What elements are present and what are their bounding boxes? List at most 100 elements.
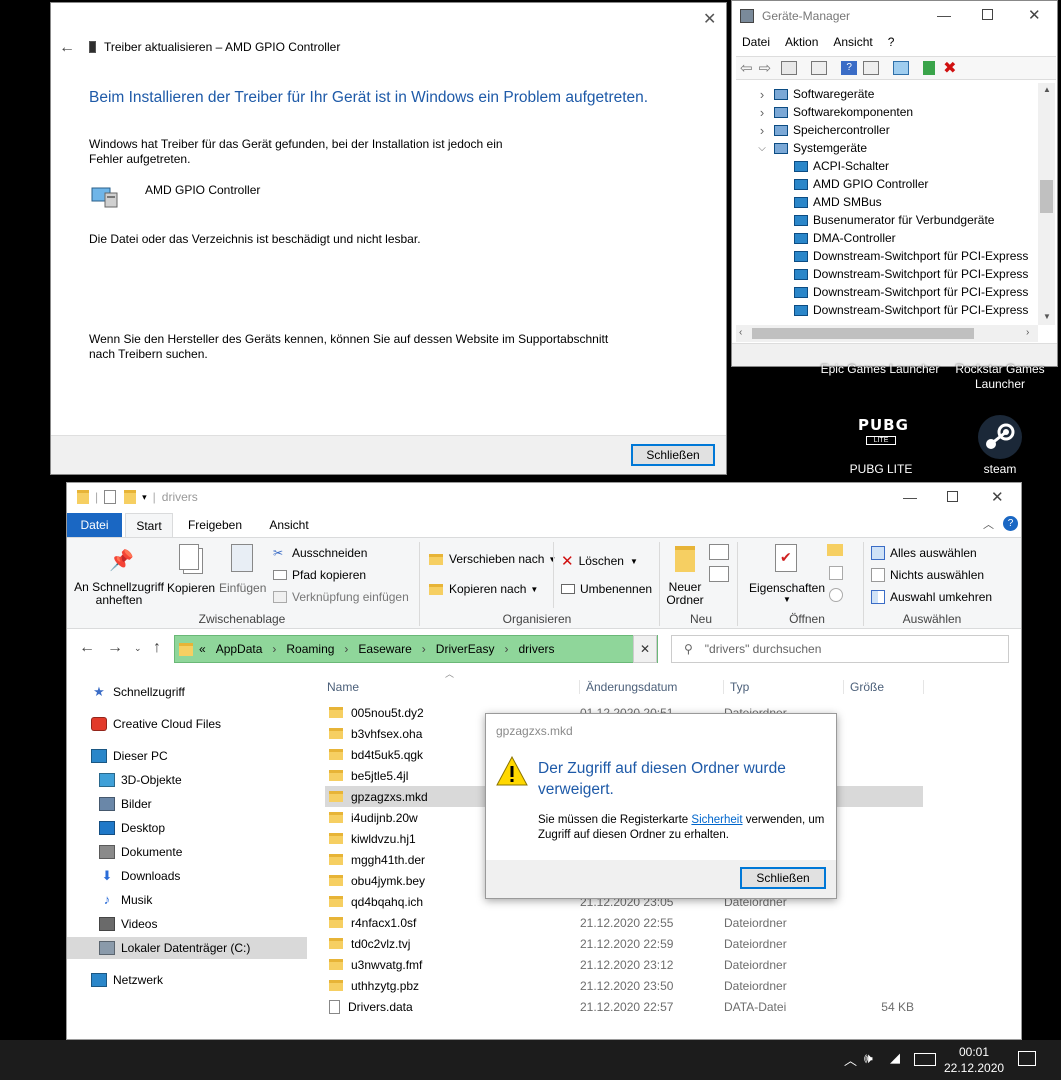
breadcrumb-item[interactable]: AppData (216, 642, 263, 656)
nav-item[interactable]: Lokaler Datenträger (C:) (67, 937, 307, 959)
uninstall-icon[interactable]: ✖ (943, 58, 956, 78)
desktop-label-steam[interactable]: steam (960, 462, 1040, 476)
column-size[interactable]: Größe (844, 680, 924, 694)
column-name[interactable]: Name (325, 680, 580, 694)
breadcrumb-item[interactable]: DriverEasy (436, 642, 495, 656)
file-row[interactable]: td0c2vlz.tvj 21.12.2020 22:59 Dateiordner (325, 933, 923, 954)
new-folder-quick-icon[interactable] (124, 490, 137, 504)
desktop-label-epic[interactable]: Epic Games Launcher (820, 362, 940, 376)
delete-button[interactable]: ✕ Löschen ▼ (561, 552, 638, 570)
wifi-icon[interactable]: ◢ (890, 1050, 900, 1066)
show-hidden-icons[interactable]: ︿ (844, 1050, 857, 1069)
tree-item[interactable]: Busenumerator für Verbundgeräte (794, 211, 994, 229)
tree-item[interactable]: Downstream-Switchport für PCI-Express (794, 247, 1028, 265)
list-icon[interactable] (863, 61, 880, 75)
tree-item[interactable]: Downstream-Switchport für PCI-Express (794, 265, 1028, 283)
desktop-label-rockstar[interactable]: Rockstar Games Launcher (950, 362, 1050, 392)
menu-aktion[interactable]: Aktion (785, 35, 818, 49)
vertical-scrollbar[interactable]: ▲ ▼ (1038, 83, 1055, 325)
back-button[interactable]: ← (79, 639, 95, 657)
menu-help[interactable]: ? (888, 35, 895, 49)
help-icon[interactable]: ? (841, 61, 858, 75)
chevron-right-icon[interactable]: › (756, 123, 768, 138)
minimize-icon[interactable]: — (937, 7, 951, 23)
chevron-down-icon[interactable]: ▾ (142, 492, 147, 503)
tab-ansicht[interactable]: Ansicht (259, 513, 319, 537)
monitor-icon[interactable] (893, 61, 910, 75)
properties-dropdown-icon[interactable]: ▼ (783, 595, 791, 604)
open-icon[interactable] (827, 544, 843, 556)
breadcrumb-separator-icon[interactable]: › (344, 642, 348, 656)
chevron-right-icon[interactable]: › (756, 105, 768, 120)
properties-quick-icon[interactable] (104, 490, 117, 504)
menu-datei[interactable]: Datei (742, 35, 770, 49)
up-button[interactable]: ↑ (153, 639, 161, 657)
nav-item[interactable]: 3D-Objekte (67, 769, 307, 791)
select-none-button[interactable]: Nichts auswählen (871, 568, 984, 582)
forward-button[interactable]: → (107, 639, 123, 657)
breadcrumb-item[interactable]: Roaming (286, 642, 334, 656)
close-icon[interactable]: ✕ (703, 9, 716, 29)
pin-quickaccess-button[interactable]: An Schnellzugriff anheften (71, 581, 167, 607)
tree-item[interactable]: ⌵ Systemgeräte (756, 139, 867, 157)
forward-icon[interactable]: ⇨ (759, 59, 772, 77)
chevron-right-icon[interactable]: › (756, 87, 768, 102)
clock[interactable]: 00:01 22.12.2020 (944, 1044, 1004, 1076)
close-button[interactable]: Schließen (740, 867, 826, 889)
file-row[interactable]: u3nwvatg.fmf 21.12.2020 23:12 Dateiordner (325, 954, 923, 975)
address-overflow[interactable]: « (199, 642, 206, 656)
collapse-ribbon-icon[interactable]: ︿ (983, 516, 994, 532)
new-folder-button[interactable]: Neuer Ordner (663, 581, 707, 607)
breadcrumb-item[interactable]: Easeware (358, 642, 411, 656)
security-tab-link[interactable]: Sicherheit (691, 814, 742, 826)
recent-dropdown-icon[interactable]: ⌄ (134, 643, 142, 654)
properties-icon[interactable] (811, 61, 828, 75)
search-box[interactable]: ⚲ "drivers" durchsuchen (671, 635, 1009, 663)
tree-item[interactable]: DMA-Controller (794, 229, 896, 247)
tree-item[interactable]: › Softwaregeräte (756, 85, 875, 103)
minimize-icon[interactable]: — (903, 489, 917, 505)
horizontal-scrollbar[interactable]: ‹ › (736, 325, 1038, 342)
back-arrow-icon[interactable]: ← (59, 39, 75, 57)
copy-path-button[interactable]: Pfad kopieren (273, 568, 366, 582)
easy-access-icon[interactable] (709, 566, 729, 582)
back-icon[interactable]: ⇦ (740, 59, 753, 77)
history-icon[interactable] (829, 588, 843, 602)
copy-button[interactable]: Kopieren (167, 581, 215, 595)
close-icon[interactable]: ✕ (991, 488, 1004, 506)
breadcrumb-separator-icon[interactable]: › (272, 642, 276, 656)
tree-item[interactable]: AMD SMBus (794, 193, 882, 211)
menu-ansicht[interactable]: Ansicht (833, 35, 872, 49)
scroll-thumb[interactable] (1040, 180, 1053, 213)
maximize-icon[interactable] (982, 9, 993, 20)
select-all-button[interactable]: Alles auswählen (871, 546, 977, 560)
file-row[interactable]: uthhzytg.pbz 21.12.2020 23:50 Dateiordner (325, 975, 923, 996)
nav-item[interactable]: ★ Schnellzugriff (67, 681, 307, 703)
close-icon[interactable]: ✕ (1028, 6, 1041, 24)
tree-item[interactable]: › Speichercontroller (756, 121, 890, 139)
nav-item[interactable]: Netzwerk (67, 969, 307, 991)
maximize-icon[interactable] (947, 491, 958, 502)
steam-icon[interactable] (977, 414, 1023, 460)
breadcrumb-separator-icon[interactable]: › (422, 642, 426, 656)
nav-item[interactable]: ⬇ Downloads (67, 865, 307, 887)
column-type[interactable]: Typ (724, 680, 844, 694)
nav-item[interactable]: Creative Cloud Files (67, 713, 307, 735)
move-to-button[interactable]: Verschieben nach▼ (429, 552, 556, 566)
nav-item[interactable]: Bilder (67, 793, 307, 815)
invert-selection-button[interactable]: Auswahl umkehren (871, 590, 992, 604)
hscroll-thumb[interactable] (752, 328, 974, 339)
desktop-label-pubg[interactable]: PUBG LITE (836, 462, 926, 476)
nav-item[interactable]: Dieser PC (67, 745, 307, 767)
view-icon[interactable] (781, 61, 798, 75)
tree-item[interactable]: Downstream-Switchport für PCI-Express (794, 301, 1028, 319)
column-date[interactable]: Änderungsdatum (580, 680, 724, 694)
address-bar[interactable]: « AppData › Roaming › Easeware › DriverEasy › dr… (174, 635, 658, 663)
paste-shortcut-button[interactable]: Verknüpfung einfügen (273, 590, 409, 604)
properties-button[interactable]: Eigenschaften (747, 581, 827, 595)
file-row[interactable]: r4nfacx1.0sf 21.12.2020 22:55 Dateiordner (325, 912, 923, 933)
address-clear-icon[interactable]: ✕ (633, 635, 657, 663)
nav-item[interactable]: Videos (67, 913, 307, 935)
breadcrumb-item[interactable]: drivers (518, 642, 554, 656)
nav-item[interactable]: ♪ Musik (67, 889, 307, 911)
